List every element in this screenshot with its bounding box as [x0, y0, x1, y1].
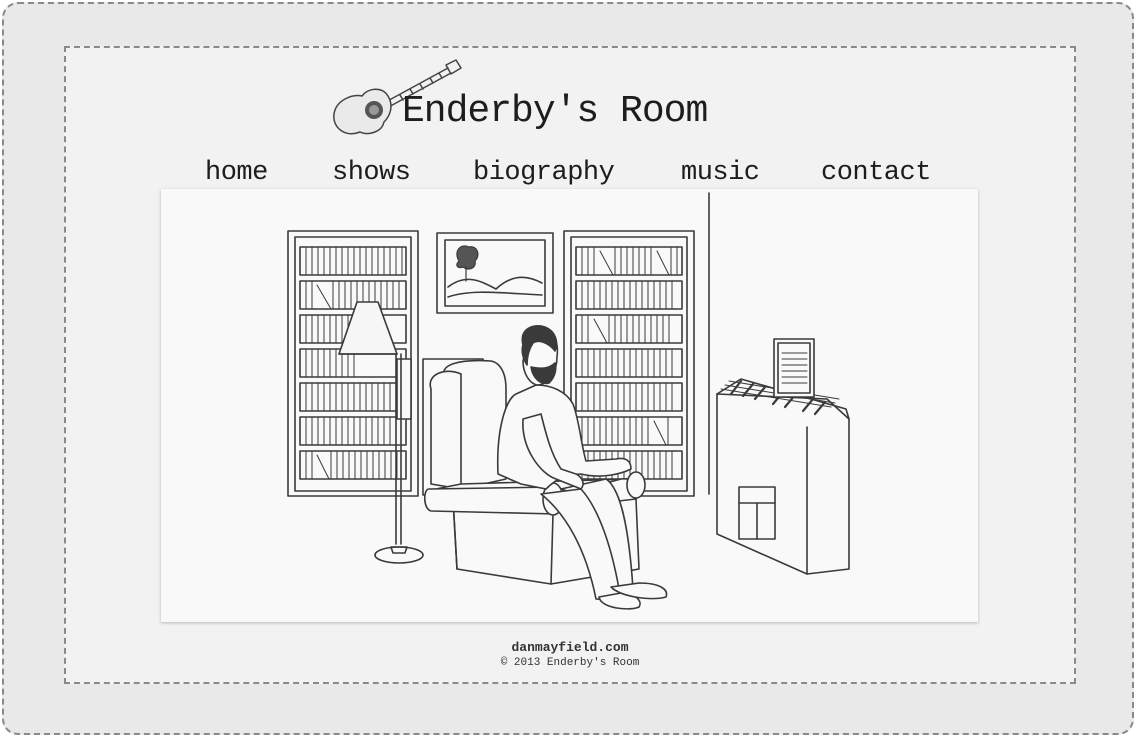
room-illustration: [287, 192, 850, 610]
nav-home[interactable]: home: [205, 158, 268, 188]
site-title[interactable]: Enderby's Room: [402, 90, 708, 133]
main-nav: home shows biography music contact: [0, 158, 1140, 192]
footer-copyright: © 2013 Enderby's Room: [500, 657, 640, 669]
hero-card: [161, 189, 978, 622]
site-header: Enderby's Room: [330, 56, 750, 146]
nav-music[interactable]: music: [681, 158, 760, 188]
nav-contact[interactable]: contact: [821, 158, 931, 188]
footer-site-link[interactable]: danmayfield.com: [0, 640, 1140, 656]
nav-biography[interactable]: biography: [473, 158, 615, 188]
nav-shows[interactable]: shows: [332, 158, 411, 188]
site-footer: danmayfield.com © 2013 Enderby's Room: [0, 640, 1140, 670]
